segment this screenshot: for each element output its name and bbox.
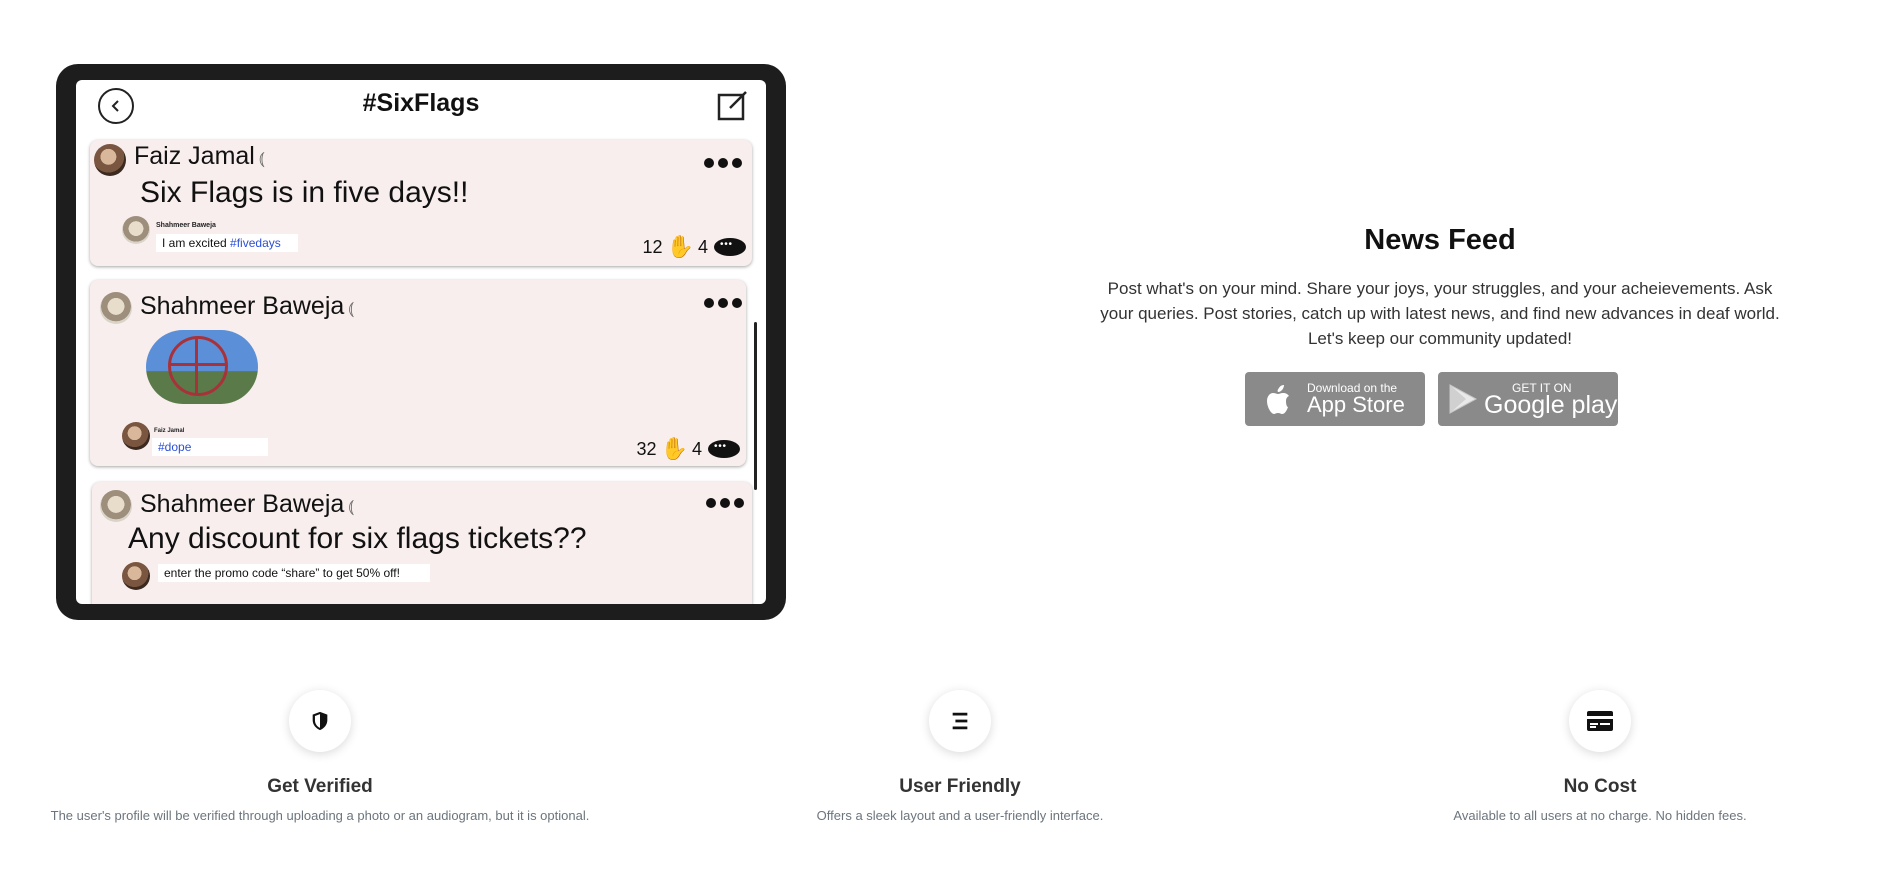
avatar[interactable] [94, 144, 126, 176]
feature-title: User Friendly [899, 776, 1021, 797]
hashtag-link[interactable]: #dope [158, 440, 191, 454]
card-icon [1587, 711, 1613, 731]
phone-mockup: #SixFlags Faiz Jamal ⦅ Six Flags is in fi… [56, 64, 786, 620]
feature-description: Available to all users at no charge. No … [1453, 808, 1747, 823]
love-sign-icon[interactable]: ✋ [667, 234, 694, 260]
post-author[interactable]: Shahmeer Baweja [140, 490, 344, 518]
comment-avatar[interactable] [122, 562, 150, 590]
app-store-big-text: App Store [1307, 392, 1405, 417]
comment-box: #dope [152, 438, 268, 456]
love-sign-icon[interactable]: ✋ [661, 436, 688, 462]
menu-lines-icon [952, 712, 968, 730]
comment-text: I am excited [162, 236, 227, 250]
comment-avatar[interactable] [122, 216, 150, 244]
feature-card: No Cost Available to all users at no cha… [1280, 690, 1892, 823]
ear-icon: ⦅ [348, 298, 355, 318]
post-stats: 32 ✋ 4 [637, 436, 740, 462]
comment-bubble-icon[interactable] [708, 440, 740, 458]
shield-icon [312, 711, 328, 731]
avatar[interactable] [100, 292, 132, 324]
comment-box: enter the promo code “share” to get 50% … [158, 564, 430, 582]
app-title: #SixFlags [362, 89, 480, 117]
section-title: News Feed [1364, 224, 1516, 256]
ear-icon: ⦅ [258, 148, 265, 168]
app-screen: #SixFlags Faiz Jamal ⦅ Six Flags is in fi… [76, 80, 766, 604]
apple-icon [1267, 385, 1289, 414]
post-text: Any discount for six flags tickets?? [128, 522, 587, 555]
post-author[interactable]: Faiz Jamal [134, 142, 255, 170]
post-card[interactable]: Shahmeer Baweja ⦅ Faiz Jamal #dope 32 ✋ 4 [90, 280, 746, 466]
google-play-icon [1449, 384, 1478, 414]
comment-box: I am excited #fivedays [156, 234, 298, 252]
post-image[interactable] [146, 330, 258, 404]
like-count: 32 [636, 438, 657, 459]
more-options-icon[interactable] [700, 286, 742, 312]
like-count: 12 [642, 236, 663, 257]
comment-author: Faiz Jamal [154, 428, 185, 434]
scrollbar[interactable] [754, 322, 757, 490]
comment-bubble-icon[interactable] [714, 238, 746, 256]
comment-author: Shahmeer Baweja [156, 222, 216, 229]
post-card[interactable]: Faiz Jamal ⦅ Six Flags is in five days!! … [90, 140, 752, 266]
feature-description: The user's profile will be verified thro… [50, 808, 590, 823]
app-store-button[interactable]: Download on the App Store [1245, 372, 1425, 426]
more-options-icon[interactable] [700, 146, 742, 172]
post-text: Six Flags is in five days!! [140, 176, 469, 209]
google-play-button[interactable]: GET IT ON Google play [1438, 372, 1618, 426]
feature-title: Get Verified [267, 776, 373, 797]
ear-icon: ⦅ [348, 496, 355, 516]
avatar[interactable] [100, 490, 132, 522]
google-play-big-text: Google play [1484, 391, 1618, 419]
feature-description: Offers a sleek layout and a user-friendl… [816, 808, 1104, 823]
more-options-icon[interactable] [702, 486, 744, 512]
post-card[interactable]: Shahmeer Baweja ⦅ Any discount for six fl… [92, 482, 752, 604]
compose-icon[interactable] [716, 88, 750, 122]
ferris-wheel-image [168, 336, 228, 396]
feature-title: No Cost [1563, 776, 1637, 797]
feature-card: Get Verified The user's profile will be … [0, 690, 640, 823]
comment-count: 4 [691, 438, 702, 459]
post-author[interactable]: Shahmeer Baweja [140, 292, 344, 320]
feature-card: User Friendly Offers a sleek layout and … [640, 690, 1280, 823]
comment-text: enter the promo code “share” to get 50% … [164, 566, 400, 580]
section-description: Post what's on your mind. Share your joy… [1100, 279, 1780, 348]
post-stats: 12 ✋ 4 [643, 234, 746, 260]
hashtag-link[interactable]: #fivedays [230, 236, 281, 250]
app-topbar: #SixFlags [76, 80, 766, 138]
comment-count: 4 [697, 236, 708, 257]
comment-avatar[interactable] [122, 422, 150, 450]
